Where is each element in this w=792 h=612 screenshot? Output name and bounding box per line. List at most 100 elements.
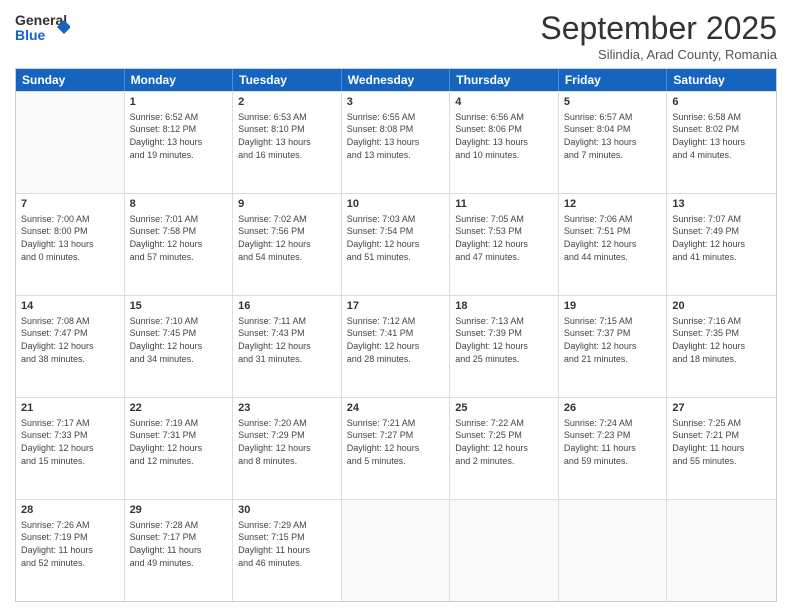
- day-number: 23: [238, 401, 336, 416]
- day-number: 25: [455, 401, 553, 416]
- day-info: Sunrise: 7:13 AMSunset: 7:39 PMDaylight:…: [455, 315, 553, 365]
- svg-text:Blue: Blue: [15, 27, 46, 43]
- day-number: 9: [238, 197, 336, 212]
- cal-cell: [450, 500, 559, 601]
- day-number: 2: [238, 95, 336, 110]
- week-row-5: 28Sunrise: 7:26 AMSunset: 7:19 PMDayligh…: [16, 499, 776, 601]
- day-number: 27: [672, 401, 771, 416]
- cal-cell: 30Sunrise: 7:29 AMSunset: 7:15 PMDayligh…: [233, 500, 342, 601]
- cal-cell: 26Sunrise: 7:24 AMSunset: 7:23 PMDayligh…: [559, 398, 668, 499]
- day-info: Sunrise: 7:24 AMSunset: 7:23 PMDaylight:…: [564, 417, 662, 467]
- cal-cell: 18Sunrise: 7:13 AMSunset: 7:39 PMDayligh…: [450, 296, 559, 397]
- cal-cell: 19Sunrise: 7:15 AMSunset: 7:37 PMDayligh…: [559, 296, 668, 397]
- day-info: Sunrise: 7:00 AMSunset: 8:00 PMDaylight:…: [21, 213, 119, 263]
- day-info: Sunrise: 7:12 AMSunset: 7:41 PMDaylight:…: [347, 315, 445, 365]
- cal-cell: 2Sunrise: 6:53 AMSunset: 8:10 PMDaylight…: [233, 92, 342, 193]
- title-block: September 2025 Silindia, Arad County, Ro…: [540, 10, 777, 62]
- cal-cell: 13Sunrise: 7:07 AMSunset: 7:49 PMDayligh…: [667, 194, 776, 295]
- day-info: Sunrise: 7:11 AMSunset: 7:43 PMDaylight:…: [238, 315, 336, 365]
- day-number: 8: [130, 197, 228, 212]
- cal-cell: 16Sunrise: 7:11 AMSunset: 7:43 PMDayligh…: [233, 296, 342, 397]
- day-number: 30: [238, 503, 336, 518]
- day-info: Sunrise: 7:26 AMSunset: 7:19 PMDaylight:…: [21, 519, 119, 569]
- day-info: Sunrise: 7:05 AMSunset: 7:53 PMDaylight:…: [455, 213, 553, 263]
- cal-cell: [16, 92, 125, 193]
- day-number: 13: [672, 197, 771, 212]
- day-number: 11: [455, 197, 553, 212]
- week-row-3: 14Sunrise: 7:08 AMSunset: 7:47 PMDayligh…: [16, 295, 776, 397]
- header-day-tuesday: Tuesday: [233, 69, 342, 91]
- day-info: Sunrise: 6:53 AMSunset: 8:10 PMDaylight:…: [238, 111, 336, 161]
- cal-cell: 14Sunrise: 7:08 AMSunset: 7:47 PMDayligh…: [16, 296, 125, 397]
- day-info: Sunrise: 7:02 AMSunset: 7:56 PMDaylight:…: [238, 213, 336, 263]
- page: General Blue September 2025 Silindia, Ar…: [0, 0, 792, 612]
- cal-cell: 15Sunrise: 7:10 AMSunset: 7:45 PMDayligh…: [125, 296, 234, 397]
- day-info: Sunrise: 7:16 AMSunset: 7:35 PMDaylight:…: [672, 315, 771, 365]
- day-number: 4: [455, 95, 553, 110]
- week-row-2: 7Sunrise: 7:00 AMSunset: 8:00 PMDaylight…: [16, 193, 776, 295]
- day-info: Sunrise: 7:21 AMSunset: 7:27 PMDaylight:…: [347, 417, 445, 467]
- cal-cell: [342, 500, 451, 601]
- cal-cell: 23Sunrise: 7:20 AMSunset: 7:29 PMDayligh…: [233, 398, 342, 499]
- calendar-body: 1Sunrise: 6:52 AMSunset: 8:12 PMDaylight…: [16, 91, 776, 601]
- day-number: 5: [564, 95, 662, 110]
- day-number: 17: [347, 299, 445, 314]
- calendar-header: SundayMondayTuesdayWednesdayThursdayFrid…: [16, 69, 776, 91]
- day-number: 20: [672, 299, 771, 314]
- day-number: 29: [130, 503, 228, 518]
- day-number: 18: [455, 299, 553, 314]
- day-number: 15: [130, 299, 228, 314]
- cal-cell: 7Sunrise: 7:00 AMSunset: 8:00 PMDaylight…: [16, 194, 125, 295]
- day-number: 6: [672, 95, 771, 110]
- cal-cell: 17Sunrise: 7:12 AMSunset: 7:41 PMDayligh…: [342, 296, 451, 397]
- week-row-4: 21Sunrise: 7:17 AMSunset: 7:33 PMDayligh…: [16, 397, 776, 499]
- day-number: 28: [21, 503, 119, 518]
- cal-cell: 3Sunrise: 6:55 AMSunset: 8:08 PMDaylight…: [342, 92, 451, 193]
- cal-cell: 11Sunrise: 7:05 AMSunset: 7:53 PMDayligh…: [450, 194, 559, 295]
- day-number: 14: [21, 299, 119, 314]
- cal-cell: 27Sunrise: 7:25 AMSunset: 7:21 PMDayligh…: [667, 398, 776, 499]
- day-info: Sunrise: 7:10 AMSunset: 7:45 PMDaylight:…: [130, 315, 228, 365]
- cal-cell: [667, 500, 776, 601]
- cal-cell: 25Sunrise: 7:22 AMSunset: 7:25 PMDayligh…: [450, 398, 559, 499]
- day-info: Sunrise: 6:56 AMSunset: 8:06 PMDaylight:…: [455, 111, 553, 161]
- day-number: 16: [238, 299, 336, 314]
- day-info: Sunrise: 6:52 AMSunset: 8:12 PMDaylight:…: [130, 111, 228, 161]
- logo: General Blue: [15, 10, 70, 46]
- day-info: Sunrise: 7:25 AMSunset: 7:21 PMDaylight:…: [672, 417, 771, 467]
- day-info: Sunrise: 7:03 AMSunset: 7:54 PMDaylight:…: [347, 213, 445, 263]
- header: General Blue September 2025 Silindia, Ar…: [15, 10, 777, 62]
- cal-cell: 1Sunrise: 6:52 AMSunset: 8:12 PMDaylight…: [125, 92, 234, 193]
- day-info: Sunrise: 7:22 AMSunset: 7:25 PMDaylight:…: [455, 417, 553, 467]
- day-info: Sunrise: 7:08 AMSunset: 7:47 PMDaylight:…: [21, 315, 119, 365]
- day-number: 3: [347, 95, 445, 110]
- day-number: 1: [130, 95, 228, 110]
- day-info: Sunrise: 6:57 AMSunset: 8:04 PMDaylight:…: [564, 111, 662, 161]
- day-number: 24: [347, 401, 445, 416]
- cal-cell: 5Sunrise: 6:57 AMSunset: 8:04 PMDaylight…: [559, 92, 668, 193]
- day-number: 21: [21, 401, 119, 416]
- cal-cell: 20Sunrise: 7:16 AMSunset: 7:35 PMDayligh…: [667, 296, 776, 397]
- cal-cell: 9Sunrise: 7:02 AMSunset: 7:56 PMDaylight…: [233, 194, 342, 295]
- day-info: Sunrise: 7:19 AMSunset: 7:31 PMDaylight:…: [130, 417, 228, 467]
- day-number: 12: [564, 197, 662, 212]
- cal-cell: [559, 500, 668, 601]
- day-info: Sunrise: 7:06 AMSunset: 7:51 PMDaylight:…: [564, 213, 662, 263]
- day-info: Sunrise: 7:20 AMSunset: 7:29 PMDaylight:…: [238, 417, 336, 467]
- cal-cell: 21Sunrise: 7:17 AMSunset: 7:33 PMDayligh…: [16, 398, 125, 499]
- day-info: Sunrise: 6:58 AMSunset: 8:02 PMDaylight:…: [672, 111, 771, 161]
- day-info: Sunrise: 7:29 AMSunset: 7:15 PMDaylight:…: [238, 519, 336, 569]
- cal-cell: 29Sunrise: 7:28 AMSunset: 7:17 PMDayligh…: [125, 500, 234, 601]
- week-row-1: 1Sunrise: 6:52 AMSunset: 8:12 PMDaylight…: [16, 91, 776, 193]
- header-day-thursday: Thursday: [450, 69, 559, 91]
- cal-cell: 24Sunrise: 7:21 AMSunset: 7:27 PMDayligh…: [342, 398, 451, 499]
- cal-cell: 6Sunrise: 6:58 AMSunset: 8:02 PMDaylight…: [667, 92, 776, 193]
- day-info: Sunrise: 7:07 AMSunset: 7:49 PMDaylight:…: [672, 213, 771, 263]
- header-day-saturday: Saturday: [667, 69, 776, 91]
- day-number: 26: [564, 401, 662, 416]
- day-info: Sunrise: 7:28 AMSunset: 7:17 PMDaylight:…: [130, 519, 228, 569]
- day-number: 19: [564, 299, 662, 314]
- cal-cell: 10Sunrise: 7:03 AMSunset: 7:54 PMDayligh…: [342, 194, 451, 295]
- header-day-friday: Friday: [559, 69, 668, 91]
- cal-cell: 8Sunrise: 7:01 AMSunset: 7:58 PMDaylight…: [125, 194, 234, 295]
